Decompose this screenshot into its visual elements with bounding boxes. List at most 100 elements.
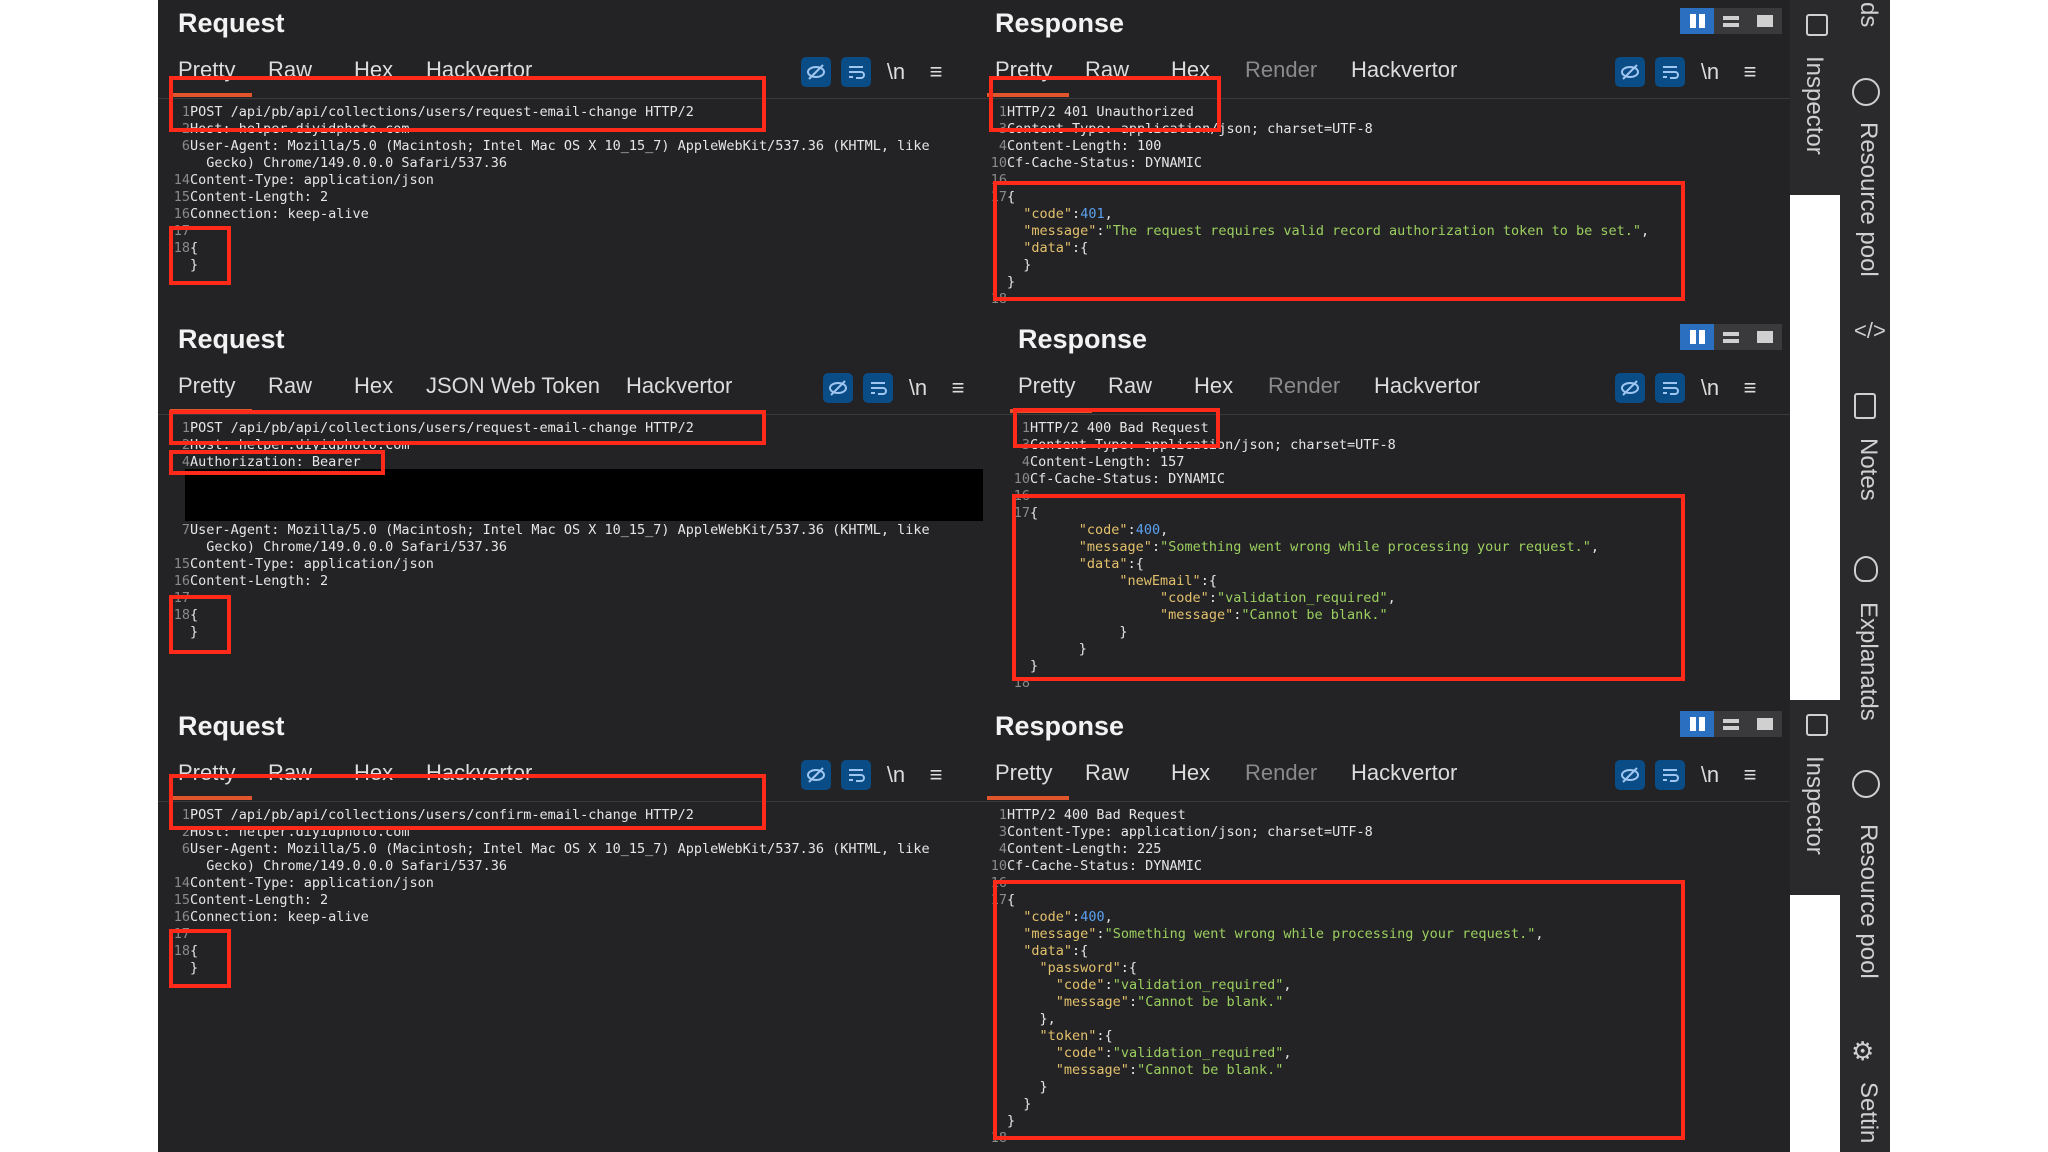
tab-pretty[interactable]: Pretty [178,373,235,399]
hide-whitespace-icon[interactable] [1615,760,1645,790]
code-line: Gecko) Chrome/149.0.0.0 Safari/537.36 [158,858,976,875]
line-text: Content-Length: 2 [190,573,329,589]
hide-whitespace-icon[interactable] [801,57,831,87]
code-line: 10 Cf-Cache-Status: DYNAMIC [975,155,1790,172]
line-text: Content-Type: application/json [190,172,434,188]
tab-hackvertor[interactable]: Hackvertor [1351,57,1457,83]
line-number: 15 [173,189,190,205]
tab-hackvertor[interactable]: Hackvertor [1374,373,1480,399]
line-number: 4 [1021,454,1030,470]
single-pane-icon[interactable] [1748,711,1782,737]
line-text: Gecko) Chrome/149.0.0.0 Safari/537.36 [190,858,507,874]
split-vertical-icon[interactable] [1680,711,1714,737]
line-text: Content-Length: 2 [190,189,329,205]
tab-render[interactable]: Render [1245,57,1317,83]
tab-hex[interactable]: Hex [1171,760,1210,786]
menu-icon[interactable]: ≡ [921,760,951,790]
word-wrap-icon[interactable] [863,373,893,403]
tab-raw[interactable]: Raw [1085,760,1129,786]
code-icon: </> [1854,318,1886,343]
line-number: 3 [998,824,1007,840]
code-line: 18{ [158,240,976,257]
split-vertical-icon[interactable] [1680,324,1714,350]
resp3-title: Response [995,711,1125,741]
highlight-req1-line [169,76,766,132]
sidebar-item-resource-pool[interactable]: Resource pool [1854,122,1882,277]
code-line: 7 User-Agent: Mozilla/5.0 (Macintosh; Int… [158,522,998,539]
inspector-strip-2: Inspector [1790,700,1840,895]
right-sidebar: ds Resource pool </> Notes Explanatds Re… [1840,0,1890,1152]
menu-icon[interactable]: ≡ [943,373,973,403]
line-number: 6 [181,841,190,857]
line-number: 16 [173,206,190,222]
notes-icon [1854,393,1876,419]
req1-panel: Request Pretty Raw Hex Hackvertor \n ≡ 1 POST /a… [158,0,976,316]
show-newlines-button[interactable]: \n [881,57,911,87]
code-line: 17 [158,926,976,943]
tab-pretty[interactable]: Pretty [995,760,1052,786]
tab-render[interactable]: Render [1268,373,1340,399]
line-number: 15 [173,892,190,908]
sidebar-item-settings[interactable]: Settin [1854,1082,1882,1143]
show-newlines-button[interactable]: \n [1695,760,1725,790]
sidebar-item-notes[interactable]: Notes [1854,438,1882,501]
menu-icon[interactable]: ≡ [1735,373,1765,403]
tab-hex[interactable]: Hex [354,373,393,399]
menu-icon[interactable]: ≡ [1735,760,1765,790]
split-horizontal-icon[interactable] [1714,324,1748,350]
menu-icon[interactable]: ≡ [1735,57,1765,87]
menu-icon[interactable]: ≡ [921,57,951,87]
inspector-label-2[interactable]: Inspector [1800,756,1828,855]
highlight-req2-line [169,410,766,445]
tab-raw[interactable]: Raw [268,373,312,399]
sidebar-item-explanations[interactable]: Explanatds [1854,602,1882,721]
tab-hex[interactable]: Hex [1194,373,1233,399]
req3-code-editor[interactable]: 1 POST /api/pb/api/collections/users/conf… [158,807,976,977]
tab-raw[interactable]: Raw [1108,373,1152,399]
line-text: Content-Type: application/json; charset=… [1007,824,1373,840]
inspector-label[interactable]: Inspector [1800,56,1828,155]
show-newlines-button[interactable]: \n [881,760,911,790]
code-line: 6 User-Agent: Mozilla/5.0 (Macintosh; Int… [158,138,976,155]
highlight-req2-auth [169,450,385,475]
code-line: 4 Content-Length: 157 [998,454,1790,471]
split-vertical-icon[interactable] [1680,8,1714,34]
word-wrap-icon[interactable] [1655,57,1685,87]
single-pane-icon[interactable] [1748,8,1782,34]
code-line: 1 HTTP/2 400 Bad Request [975,807,1790,824]
line-number: 16 [173,573,190,589]
sidebar-item-ds[interactable]: ds [1854,2,1882,27]
show-newlines-button[interactable]: \n [1695,373,1725,403]
word-wrap-icon[interactable] [841,57,871,87]
tab-hackvertor[interactable]: Hackvertor [626,373,732,399]
split-horizontal-icon[interactable] [1714,8,1748,34]
hide-whitespace-icon[interactable] [823,373,853,403]
hide-whitespace-icon[interactable] [801,760,831,790]
word-wrap-icon[interactable] [1655,373,1685,403]
line-text: Gecko) Chrome/149.0.0.0 Safari/537.36 [190,539,507,555]
line-text: Content-Type: application/json [190,556,434,572]
hide-whitespace-icon[interactable] [1615,373,1645,403]
show-newlines-button[interactable]: \n [903,373,933,403]
req3-panel: Request Pretty Raw Hex Hackvertor \n ≡ 1 POST /a… [158,703,976,1152]
tab-render[interactable]: Render [1245,760,1317,786]
tab-pretty[interactable]: Pretty [1018,373,1075,399]
line-number: 10 [990,155,1007,171]
code-line: 15 Content-Length: 2 [158,189,976,206]
sidebar-item-resource-pool-2[interactable]: Resource pool [1854,824,1882,979]
tab-json-web-token[interactable]: JSON Web Token [426,373,600,399]
word-wrap-icon[interactable] [841,760,871,790]
code-line: 16 Connection: keep-alive [158,909,976,926]
code-line: } [158,624,998,641]
line-text: Gecko) Chrome/149.0.0.0 Safari/537.36 [190,155,507,171]
show-newlines-button[interactable]: \n [1695,57,1725,87]
hide-whitespace-icon[interactable] [1615,57,1645,87]
code-line: 15 Content-Type: application/json [158,556,998,573]
split-horizontal-icon[interactable] [1714,711,1748,737]
code-line: 10 Cf-Cache-Status: DYNAMIC [998,471,1790,488]
word-wrap-icon[interactable] [1655,760,1685,790]
layout-view-buttons [1680,8,1782,34]
req2-title: Request [178,324,285,354]
single-pane-icon[interactable] [1748,324,1782,350]
tab-hackvertor[interactable]: Hackvertor [1351,760,1457,786]
